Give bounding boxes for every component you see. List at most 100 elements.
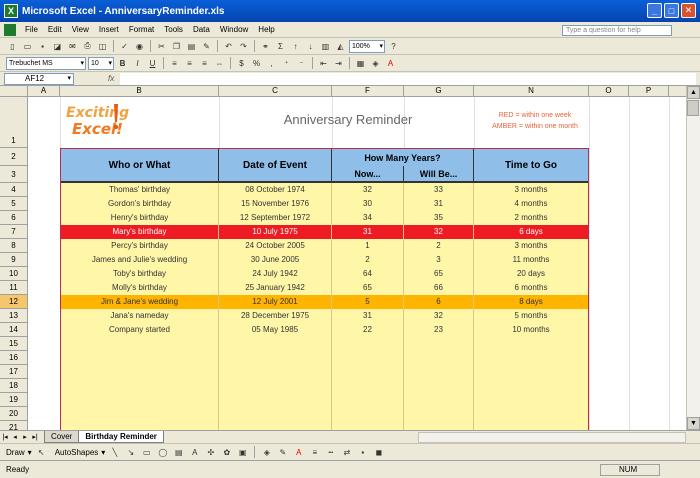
sort-ascending-icon[interactable]: ↑ [289,40,302,53]
empty-table-row[interactable] [61,379,588,393]
clipart-icon[interactable]: ✿ [220,446,233,459]
row-header[interactable]: 3 [0,166,28,183]
autosum-icon[interactable]: Σ [274,40,287,53]
menu-edit[interactable]: Edit [43,25,67,34]
autoshapes-menu[interactable]: AutoShapes [55,448,99,457]
row-header[interactable]: 6 [0,211,28,225]
line-style-icon[interactable]: ≡ [308,446,321,459]
undo-icon[interactable]: ↶ [222,40,235,53]
date-cell[interactable]: 25 January 1942 [219,281,332,295]
row-header[interactable]: 4 [0,183,28,197]
fx-icon[interactable]: fx [108,74,114,83]
who-cell[interactable]: Jana's nameday [61,309,219,323]
time-to-go-cell[interactable]: 2 months [474,211,588,225]
years-will-be-cell[interactable]: 65 [404,267,474,281]
header-who[interactable]: Who or What [61,149,219,183]
email-icon[interactable]: ✉ [66,40,79,53]
who-cell[interactable]: Jim & Jane's wedding [61,295,219,309]
paste-icon[interactable]: ▤ [185,40,198,53]
row-header[interactable]: 5 [0,197,28,211]
row-header[interactable]: 13 [0,309,28,323]
table-row[interactable]: Company started 05 May 1985 22 23 10 months [61,323,588,337]
empty-table-row[interactable] [61,407,588,421]
empty-table-row[interactable] [61,393,588,407]
help-icon[interactable]: ? [387,40,400,53]
table-row[interactable]: Molly's birthday 25 January 1942 65 66 6 mon… [61,281,588,295]
row-header[interactable]: 15 [0,337,28,351]
who-cell[interactable]: Gordon's birthday [61,197,219,211]
who-cell[interactable]: Henry's birthday [61,211,219,225]
date-cell[interactable]: 24 October 2005 [219,239,332,253]
column-header-c[interactable]: C [219,86,332,97]
scroll-down-icon[interactable]: ▼ [687,417,700,430]
header-now[interactable]: Now... [332,166,404,183]
select-objects-icon[interactable]: ↖ [35,446,48,459]
line-color-icon[interactable]: ✎ [276,446,289,459]
date-cell[interactable]: 10 July 1975 [219,225,332,239]
table-row[interactable]: Mary's birthday 10 July 1975 31 32 6 days [61,225,588,239]
date-cell[interactable]: 12 September 1972 [219,211,332,225]
empty-table-row[interactable] [61,351,588,365]
next-sheet-icon[interactable]: ▸ [20,433,30,441]
date-cell[interactable]: 05 May 1985 [219,323,332,337]
font-color-icon[interactable]: A [384,57,397,70]
research-icon[interactable]: ◉ [133,40,146,53]
who-cell[interactable]: Thomas' birthday [61,183,219,197]
time-to-go-cell[interactable]: 3 months [474,183,588,197]
table-row[interactable]: Jim & Jane's wedding 12 July 2001 5 6 8 days [61,295,588,309]
sort-descending-icon[interactable]: ↓ [304,40,317,53]
print-icon[interactable]: ⎙ [81,40,94,53]
diagram-icon[interactable]: ✣ [204,446,217,459]
years-now-cell[interactable]: 32 [332,183,404,197]
column-header-f[interactable]: F [332,86,404,97]
underline-icon[interactable]: U [146,57,159,70]
font-select[interactable]: Trebuchet MS [6,56,86,70]
time-to-go-cell[interactable]: 8 days [474,295,588,309]
years-now-cell[interactable]: 22 [332,323,404,337]
formula-input[interactable] [120,72,696,85]
column-header-p[interactable]: P [629,86,669,97]
oval-icon[interactable]: ◯ [156,446,169,459]
scroll-thumb[interactable] [687,100,699,116]
row-header[interactable]: 11 [0,281,28,295]
years-now-cell[interactable]: 34 [332,211,404,225]
vertical-scrollbar[interactable]: ▲ ▼ [686,86,700,430]
scroll-up-icon[interactable]: ▲ [687,86,700,99]
menu-insert[interactable]: Insert [94,25,124,34]
time-to-go-cell[interactable]: 6 months [474,281,588,295]
time-to-go-cell[interactable]: 5 months [474,309,588,323]
who-cell[interactable]: Mary's birthday [61,225,219,239]
who-cell[interactable]: Percy's birthday [61,239,219,253]
years-will-be-cell[interactable]: 3 [404,253,474,267]
menu-help[interactable]: Help [253,25,279,34]
header-will-be[interactable]: Will Be... [404,166,474,183]
dash-style-icon[interactable]: ┅ [324,446,337,459]
picture-icon[interactable]: ▣ [236,446,249,459]
date-cell[interactable]: 08 October 1974 [219,183,332,197]
row-header[interactable]: 19 [0,393,28,407]
time-to-go-cell[interactable]: 11 months [474,253,588,267]
name-box[interactable]: AF12 [4,72,74,85]
italic-icon[interactable]: I [131,57,144,70]
horizontal-scrollbar[interactable] [418,432,686,443]
column-header-g[interactable]: G [404,86,474,97]
align-center-icon[interactable]: ≡ [183,57,196,70]
row-header[interactable]: 16 [0,351,28,365]
years-will-be-cell[interactable]: 32 [404,309,474,323]
borders-icon[interactable]: ▦ [354,57,367,70]
drawing-icon[interactable]: ◭ [334,40,347,53]
empty-table-row[interactable] [61,337,588,351]
wordart-icon[interactable]: A [188,446,201,459]
comma-icon[interactable]: , [265,57,278,70]
column-header-a[interactable]: A [28,86,60,97]
years-will-be-cell[interactable]: 32 [404,225,474,239]
time-to-go-cell[interactable]: 6 days [474,225,588,239]
shadow-icon[interactable]: ▪ [356,446,369,459]
time-to-go-cell[interactable]: 20 days [474,267,588,281]
chart-wizard-icon[interactable]: ▥ [319,40,332,53]
header-date[interactable]: Date of Event [219,149,332,183]
years-now-cell[interactable]: 31 [332,309,404,323]
spelling-icon[interactable]: ✓ [118,40,131,53]
menu-format[interactable]: Format [124,25,159,34]
increase-decimal-icon[interactable]: ⁺ [280,57,293,70]
